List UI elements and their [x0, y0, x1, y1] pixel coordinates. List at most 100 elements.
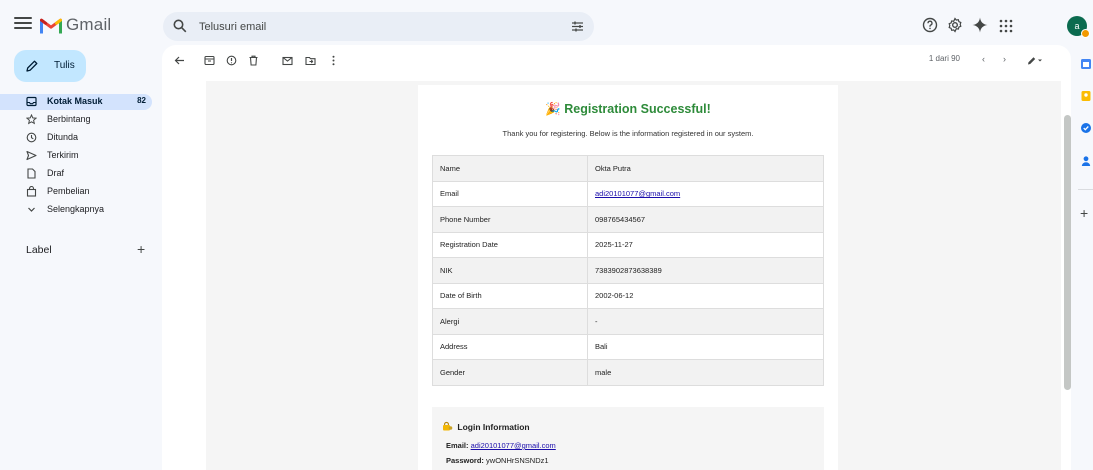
login-password-label: Password: [446, 456, 484, 465]
older-chevron-right-icon[interactable]: › [1003, 54, 1006, 64]
newer-chevron-left-icon[interactable]: ‹ [982, 54, 985, 64]
account-alert-badge [1081, 29, 1090, 38]
sidebar-item-more[interactable]: Selengkapnya [0, 202, 152, 218]
sidebar-item-snoozed[interactable]: Ditunda [0, 130, 152, 146]
email-title: 🎉 Registration Successful! [418, 102, 838, 117]
sidebar-item-label: Ditunda [47, 132, 79, 142]
shopping-bag-icon [26, 186, 37, 197]
send-icon [26, 150, 37, 161]
table-cell-key: Gender [432, 359, 588, 386]
login-info-box: Login Information Email: adi20101077@gma… [432, 407, 824, 470]
back-arrow-icon[interactable] [174, 55, 185, 66]
table-row: Phone Number 098765434567 [432, 206, 824, 233]
sidebar-item-inbox[interactable]: Kotak Masuk 82 [0, 94, 152, 110]
sidebar-item-starred[interactable]: Berbintang [0, 112, 152, 128]
sidebar-item-drafts[interactable]: Draf [0, 166, 152, 182]
table-cell-key: Phone Number [432, 206, 588, 233]
table-cell-key: Alergi [432, 308, 588, 335]
table-cell-value: 098765434567 [587, 206, 824, 233]
labels-heading: Label [26, 244, 52, 256]
sidebar-item-purchases[interactable]: Pembelian [0, 184, 152, 200]
search-icon[interactable] [173, 19, 187, 33]
mark-unread-icon[interactable] [282, 55, 293, 66]
login-email-label: Email: [446, 441, 469, 450]
tasks-icon[interactable] [1080, 122, 1092, 134]
login-info-title-text: Login Information [457, 422, 530, 432]
more-vertical-icon[interactable] [328, 55, 339, 66]
table-row: Address Bali [432, 333, 824, 360]
vertical-scrollbar-thumb[interactable] [1064, 115, 1071, 390]
archive-icon[interactable] [204, 55, 215, 66]
inbox-icon [26, 96, 37, 107]
table-cell-key: Address [432, 333, 588, 360]
trash-icon[interactable] [248, 55, 259, 66]
table-row: Date of Birth 2002-06-12 [432, 282, 824, 309]
table-cell-value: male [587, 359, 824, 386]
compose-label: Tulis [54, 60, 75, 71]
table-cell-key: NIK [432, 257, 588, 284]
login-password-value: ywONHrSNSNDz1 [486, 456, 549, 465]
email-card: 🎉 Registration Successful! Thank you for… [418, 85, 838, 470]
email-link[interactable]: adi20101077@gmail.com [595, 189, 680, 198]
search-bar[interactable] [163, 12, 594, 41]
search-input[interactable] [199, 18, 539, 35]
top-bar: Gmail a [0, 0, 1093, 50]
help-icon[interactable] [922, 17, 938, 33]
table-cell-value: 7383902873638389 [587, 257, 824, 284]
sidebar-item-label: Berbintang [47, 114, 91, 124]
main-menu-icon[interactable] [14, 14, 32, 34]
sidebar-item-label: Terkirim [47, 150, 79, 160]
table-row: Alergi - [432, 308, 824, 335]
pencil-icon [26, 60, 38, 72]
login-info-title: Login Information [442, 421, 530, 432]
get-addons-plus-icon[interactable]: + [1080, 206, 1088, 220]
table-cell-value: Okta Putra [587, 155, 824, 182]
table-cell-key: Registration Date [432, 231, 588, 258]
add-label-plus-icon[interactable]: + [137, 242, 145, 256]
draft-file-icon [27, 168, 36, 179]
table-row: Name Okta Putra [432, 155, 824, 182]
sidebar-item-label: Selengkapnya [47, 204, 105, 214]
table-row: Email adi20101077@gmail.com [432, 180, 824, 207]
table-row: Registration Date 2025-11-27 [432, 231, 824, 258]
search-options-icon[interactable] [571, 20, 584, 33]
sidebar-item-label: Kotak Masuk [47, 96, 103, 106]
registration-info-table: Name Okta Putra Email adi20101077@gmail.… [432, 155, 824, 386]
star-icon [26, 114, 37, 125]
apps-grid-icon[interactable] [998, 18, 1014, 34]
pagination-text: 1 dari 90 [928, 54, 960, 63]
party-popper-icon: 🎉 [545, 102, 561, 116]
email-title-text: Registration Successful! [564, 102, 711, 116]
table-cell-value: - [587, 308, 824, 335]
login-email-link[interactable]: adi20101077@gmail.com [471, 441, 556, 450]
table-row: Gender male [432, 359, 824, 386]
gemini-sparkle-icon[interactable] [972, 17, 988, 33]
input-tools-pen-icon[interactable] [1027, 56, 1043, 65]
gmail-logo[interactable]: Gmail [40, 15, 111, 35]
sidebar-item-sent[interactable]: Terkirim [0, 148, 152, 164]
side-panel-divider [1078, 189, 1093, 190]
calendar-icon[interactable] [1080, 58, 1092, 70]
move-to-folder-icon[interactable] [305, 55, 316, 66]
keep-notes-icon[interactable] [1080, 90, 1092, 102]
email-intro: Thank you for registering. Below is the … [502, 129, 754, 138]
clock-icon [26, 132, 37, 143]
login-password-line: Password: ywONHrSNSNDz1 [446, 456, 549, 465]
message-pane: 1 dari 90 ‹ › 🎉 Registration Successful!… [162, 45, 1071, 470]
table-cell-value: 2025-11-27 [587, 231, 824, 258]
gmail-m-icon [40, 18, 62, 33]
compose-button[interactable]: Tulis [14, 50, 86, 82]
table-cell-value: adi20101077@gmail.com [587, 180, 824, 207]
contacts-icon[interactable] [1080, 155, 1092, 167]
app-name: Gmail [66, 15, 112, 34]
login-email-line: Email: adi20101077@gmail.com [446, 441, 556, 450]
table-cell-value: Bali [587, 333, 824, 360]
unread-count: 82 [137, 96, 146, 105]
settings-gear-icon[interactable] [947, 17, 963, 33]
lock-key-icon [443, 421, 453, 431]
table-cell-value: 2002-06-12 [587, 282, 824, 309]
chevron-down-icon [28, 207, 35, 212]
report-spam-icon[interactable] [226, 55, 237, 66]
table-cell-key: Date of Birth [432, 282, 588, 309]
table-cell-key: Name [432, 155, 588, 182]
